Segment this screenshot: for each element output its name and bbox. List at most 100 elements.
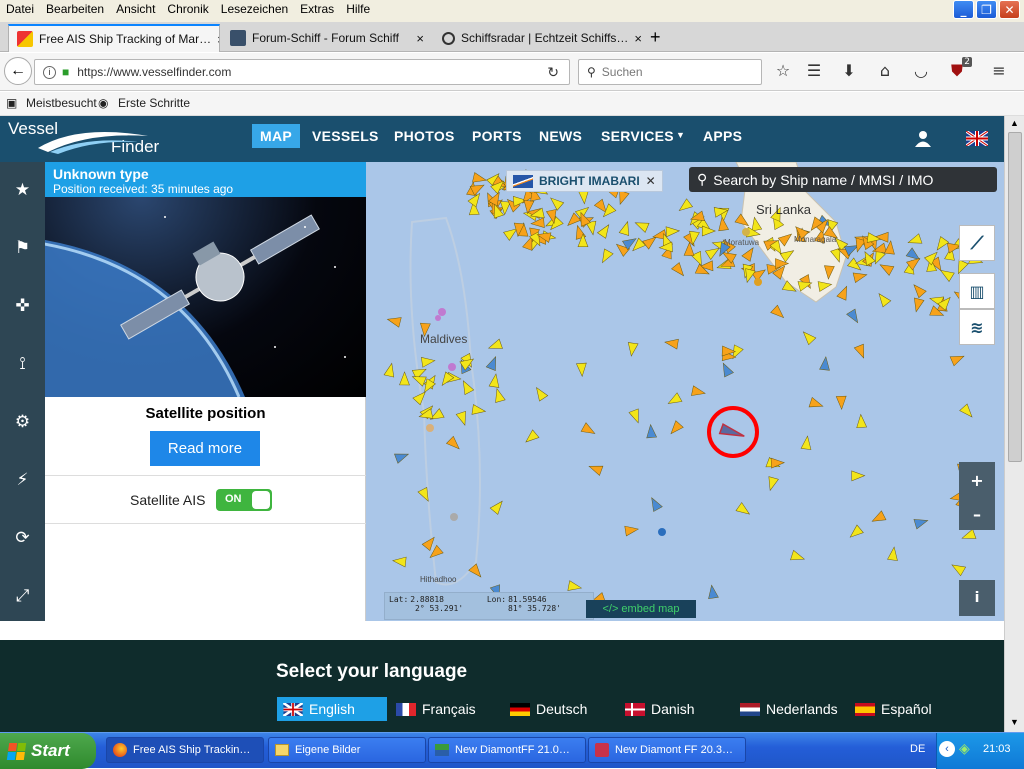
vessel-marker-icon[interactable] — [394, 449, 410, 464]
uk-flag-icon[interactable] — [966, 131, 988, 146]
vessel-marker-icon[interactable] — [836, 284, 851, 301]
zoom-out-button[interactable]: – — [959, 498, 995, 530]
vessel-marker-icon[interactable] — [691, 385, 706, 398]
clock[interactable]: 21:03 — [983, 743, 1011, 755]
satellite-icon[interactable]: ✜ — [0, 296, 45, 316]
vessel-marker-icon[interactable] — [575, 362, 587, 378]
menu-lesezeichen[interactable]: Lesezeichen — [215, 0, 294, 18]
vessel-marker-icon[interactable] — [488, 373, 501, 388]
vessel-marker-icon[interactable] — [618, 220, 632, 236]
vessel-marker-icon[interactable] — [578, 190, 590, 205]
vessel-marker-icon[interactable] — [624, 524, 640, 537]
zoom-in-button[interactable]: + — [959, 462, 995, 498]
vessel-marker-icon[interactable] — [800, 435, 812, 450]
measure-tool-button[interactable]: ⟋ — [959, 225, 995, 261]
user-icon[interactable] — [914, 130, 932, 148]
star-icon[interactable]: ★ — [0, 180, 45, 200]
vessel-marker-icon[interactable] — [852, 270, 868, 284]
input-language[interactable]: DE — [910, 743, 925, 755]
ublock-icon[interactable]: ⛊ 2 — [946, 57, 972, 81]
vessel-marker-icon[interactable] — [735, 502, 752, 519]
clear-vessel-icon[interactable]: ✕ — [646, 174, 656, 188]
ship-search-input[interactable]: ⚲ Search by Ship name / MMSI / IMO — [689, 167, 997, 192]
task-diamontff-20[interactable]: New Diamont FF 20.3… — [588, 737, 746, 763]
page-scrollbar[interactable]: ▲ ▼ — [1004, 116, 1024, 732]
vessel-marker-icon[interactable] — [808, 397, 824, 411]
language-french[interactable]: Français — [390, 697, 482, 721]
nav-services[interactable]: SERVICES — [601, 128, 674, 144]
vessel-marker-icon[interactable] — [492, 387, 506, 403]
vessel-marker-icon[interactable] — [383, 362, 397, 378]
vessel-marker-icon[interactable] — [445, 435, 462, 452]
route-icon[interactable]: ⟟ — [0, 354, 45, 374]
vessel-marker-icon[interactable] — [392, 556, 407, 568]
vessel-marker-icon[interactable] — [949, 561, 967, 577]
vessel-marker-icon[interactable] — [530, 217, 545, 229]
nav-vessels[interactable]: VESSELS — [312, 128, 379, 144]
vessel-marker-icon[interactable] — [628, 408, 643, 425]
vesselfinder-logo[interactable]: Vessel Finder — [8, 120, 159, 156]
vessel-marker-icon[interactable] — [790, 549, 806, 564]
language-dutch[interactable]: Nederlands — [734, 697, 844, 721]
menu-datei[interactable]: Datei — [0, 0, 40, 18]
vessel-marker-icon[interactable] — [596, 222, 613, 239]
vessel-marker-icon[interactable] — [580, 422, 597, 438]
expand-icon[interactable]: ⤢ — [0, 586, 45, 606]
vessel-marker-icon[interactable] — [884, 240, 896, 255]
vessel-marker-icon[interactable] — [875, 291, 892, 308]
tab-vesselfinder[interactable]: Free AIS Ship Tracking of Mar… × — [8, 24, 220, 52]
info-icon[interactable]: i — [43, 65, 56, 79]
vessel-marker-icon[interactable] — [878, 260, 895, 276]
scroll-up-icon[interactable]: ▲ — [1008, 118, 1021, 131]
vessel-marker-icon[interactable] — [717, 216, 729, 232]
nav-photos[interactable]: PHOTOS — [394, 128, 455, 144]
vessel-marker-icon[interactable] — [489, 498, 506, 515]
location-pin-icon[interactable]: ⚑ — [0, 238, 45, 258]
nav-map[interactable]: MAP — [252, 124, 301, 148]
language-german[interactable]: Deutsch — [504, 697, 593, 721]
vessel-marker-icon[interactable] — [468, 563, 485, 580]
pocket-icon[interactable]: ◡ — [910, 61, 932, 80]
vessel-marker-icon[interactable] — [676, 198, 694, 215]
weather-layer-button[interactable]: ≋ — [959, 309, 995, 345]
vessel-marker-icon[interactable] — [455, 410, 470, 426]
vessel-marker-icon[interactable] — [417, 486, 433, 503]
vessel-marker-icon[interactable] — [819, 356, 831, 371]
vessel-marker-icon[interactable] — [856, 413, 868, 429]
nav-apps[interactable]: APPS — [703, 128, 742, 144]
vessel-marker-icon[interactable] — [633, 218, 650, 233]
tab-forum-schiff[interactable]: Forum-Schiff - Forum Schiff × — [222, 24, 432, 52]
vessel-marker-icon[interactable] — [847, 524, 864, 541]
menu-hilfe[interactable]: Hilfe — [340, 0, 376, 18]
wifi-icon[interactable]: ◈ — [959, 740, 970, 757]
tab-schiffsradar[interactable]: Schiffsradar | Echtzeit Schiffs… × — [434, 24, 642, 52]
vessel-marker-icon[interactable] — [647, 495, 663, 512]
task-diamontff-21[interactable]: New DiamontFF 21.0… — [428, 737, 586, 763]
tab-close-icon[interactable]: × — [211, 32, 219, 47]
vessel-marker-icon[interactable] — [671, 262, 687, 279]
menu-extras[interactable]: Extras — [294, 0, 340, 18]
close-window-button[interactable]: ✕ — [999, 0, 1020, 19]
vessel-marker-icon[interactable] — [487, 338, 503, 353]
vessel-marker-icon[interactable] — [485, 355, 500, 371]
vessel-marker-icon[interactable] — [913, 516, 929, 530]
task-eigene-bilder[interactable]: Eigene Bilder — [268, 737, 426, 763]
vessel-marker-icon[interactable] — [547, 194, 565, 211]
vessel-marker-icon[interactable] — [421, 356, 436, 368]
bookmark-star-icon[interactable]: ☆ — [772, 61, 794, 80]
start-button[interactable]: Start — [0, 733, 96, 769]
vessel-marker-icon[interactable] — [587, 462, 604, 476]
vessel-marker-icon[interactable] — [853, 343, 868, 360]
home-icon[interactable]: ⌂ — [874, 61, 896, 80]
info-button[interactable]: i — [959, 580, 995, 616]
nav-news[interactable]: NEWS — [539, 128, 582, 144]
vessel-marker-icon[interactable] — [664, 337, 679, 350]
bookmark-erste-schritte[interactable]: Erste Schritte — [118, 96, 190, 110]
vessel-map[interactable]: Sri Lanka Moratuwa Monaragala Maldives H… — [366, 162, 1004, 621]
url-bar[interactable]: i ■ https://www.vesselfinder.com ↻ — [34, 59, 570, 85]
vessel-marker-icon[interactable] — [459, 378, 475, 396]
vessel-marker-icon[interactable] — [667, 420, 684, 437]
tab-close-icon[interactable]: × — [628, 31, 642, 46]
vessel-marker-icon[interactable] — [887, 546, 900, 561]
vessel-marker-icon[interactable] — [949, 352, 966, 367]
